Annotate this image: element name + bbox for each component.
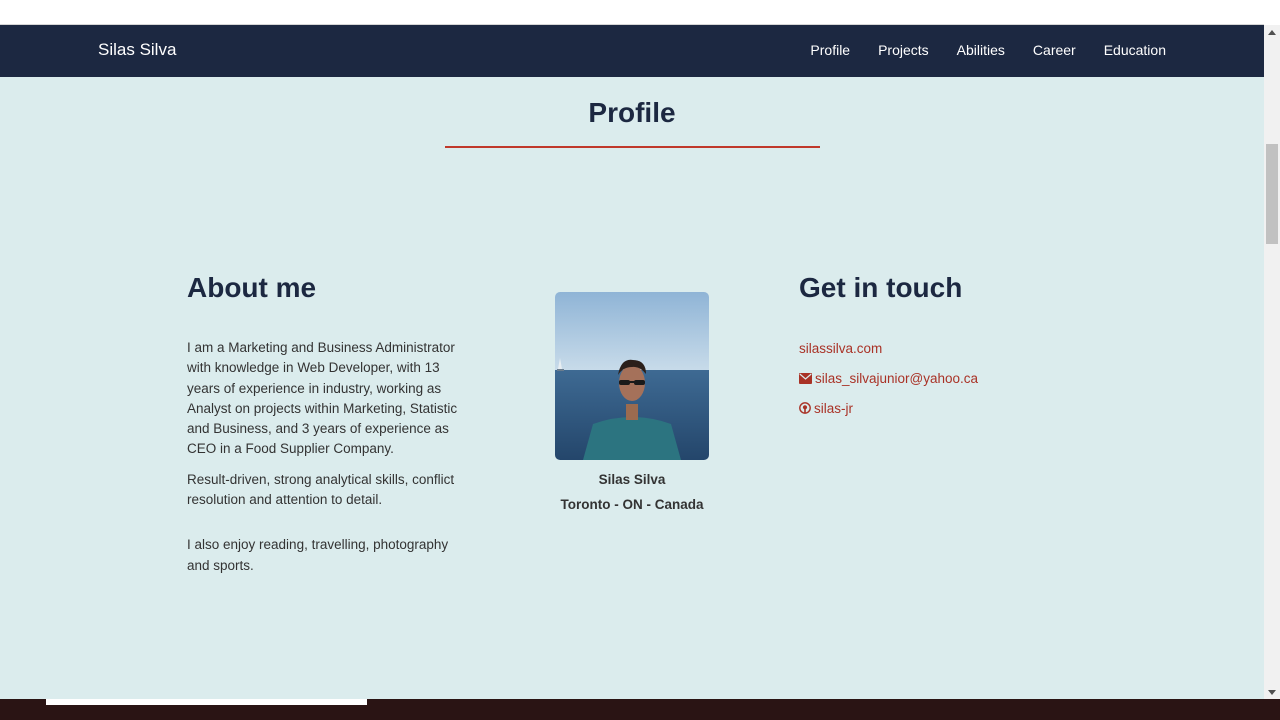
nav-links: Profile Projects Abilities Career Educat… bbox=[782, 42, 1166, 58]
nav-link-career[interactable]: Career bbox=[1033, 42, 1076, 58]
section-title: Profile bbox=[588, 97, 676, 128]
website-link-text: silassilva.com bbox=[799, 340, 883, 356]
scrollbar-thumb[interactable] bbox=[1266, 144, 1278, 244]
title-underline bbox=[445, 146, 820, 148]
nav-link-projects[interactable]: Projects bbox=[878, 42, 929, 58]
github-icon bbox=[799, 402, 811, 414]
person-location: Toronto - ON - Canada bbox=[555, 497, 709, 512]
profile-photo bbox=[555, 292, 709, 460]
person-name: Silas Silva bbox=[598, 472, 666, 487]
contact-column: Get in touch silassilva.com silas_silvaj… bbox=[799, 272, 1099, 428]
page: Silas Silva Profile Projects Abilities C… bbox=[0, 0, 1280, 720]
person-location-text: Toronto - ON - Canada bbox=[560, 497, 704, 512]
vertical-scrollbar[interactable] bbox=[1264, 25, 1280, 699]
github-link[interactable]: silas-jr bbox=[799, 398, 1099, 418]
envelope-icon bbox=[799, 372, 812, 384]
scroll-down-arrow-icon[interactable] bbox=[1264, 685, 1280, 699]
photo-column: Silas Silva Toronto - ON - Canada bbox=[555, 292, 709, 512]
nav-link-abilities[interactable]: Abilities bbox=[957, 42, 1005, 58]
about-heading: About me bbox=[187, 272, 317, 303]
brand-name[interactable]: Silas Silva bbox=[98, 40, 176, 60]
website-link[interactable]: silassilva.com bbox=[799, 338, 1099, 358]
email-link[interactable]: silas_silvajunior@yahoo.ca bbox=[799, 368, 1099, 388]
email-link-text: silas_silvajunior@yahoo.ca bbox=[815, 370, 979, 386]
navbar: Silas Silva Profile Projects Abilities C… bbox=[0, 25, 1264, 77]
about-paragraph: I also enjoy reading, travelling, photog… bbox=[187, 537, 449, 573]
about-paragraph: I am a Marketing and Business Administra… bbox=[187, 340, 458, 457]
bottom-white-bar bbox=[46, 699, 367, 705]
github-link-text: silas-jr bbox=[814, 400, 853, 416]
nav-link-profile[interactable]: Profile bbox=[810, 42, 850, 58]
about-column: About me I am a Marketing and Business A… bbox=[187, 272, 467, 586]
nav-link-education[interactable]: Education bbox=[1104, 42, 1166, 58]
contact-heading: Get in touch bbox=[799, 272, 963, 303]
profile-section: Profile About me I am a Marketing and Bu… bbox=[0, 77, 1264, 699]
scroll-up-arrow-icon[interactable] bbox=[1264, 25, 1280, 39]
about-paragraph: Result-driven, strong analytical skills,… bbox=[187, 471, 455, 508]
browser-top-strip bbox=[0, 0, 1264, 25]
